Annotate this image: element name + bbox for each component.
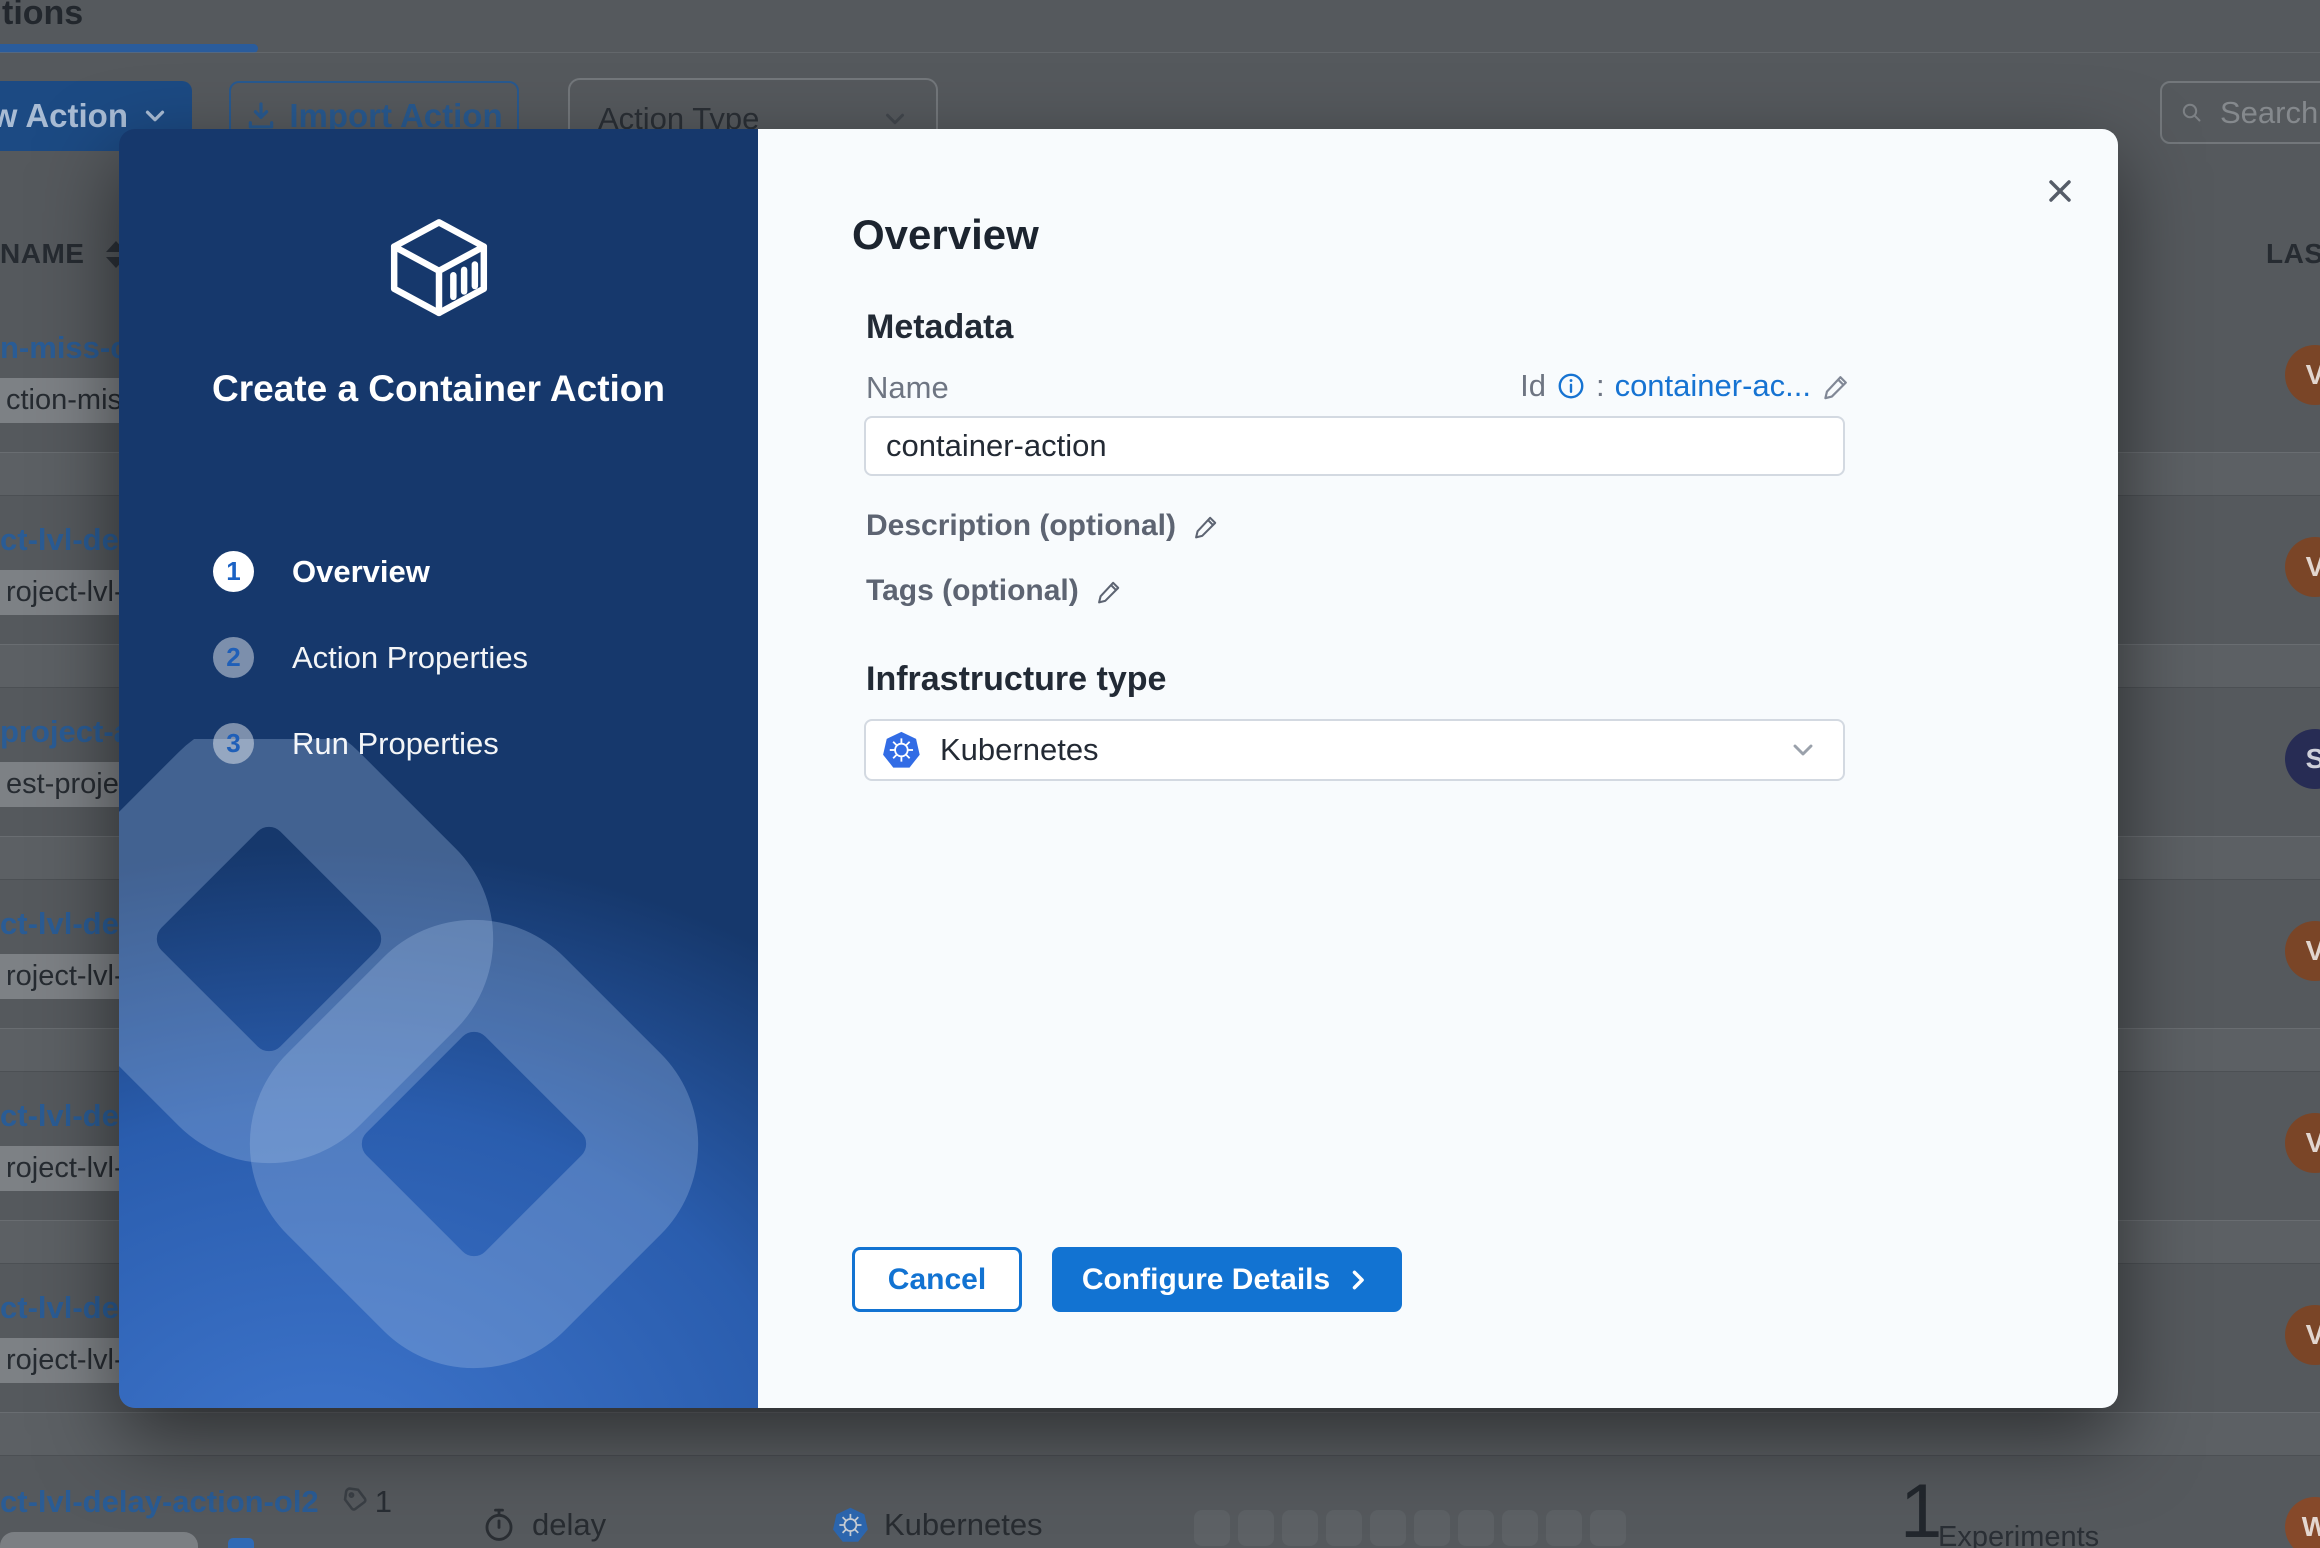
- search-input[interactable]: [2220, 95, 2320, 131]
- step-number: 3: [213, 723, 254, 764]
- id-row: Id : container-ac...: [1520, 368, 1852, 404]
- search-icon: [2180, 97, 2204, 129]
- action-kind-cell: delay: [480, 1506, 606, 1544]
- avatar: V: [2285, 1305, 2320, 1365]
- tag-count-value: 1: [375, 1484, 392, 1520]
- infrastructure-value: Kubernetes: [940, 732, 1769, 768]
- infrastructure-heading: Infrastructure type: [866, 660, 1166, 699]
- run-square: [1414, 1510, 1450, 1546]
- modal-title: Create a Container Action: [119, 365, 758, 413]
- tag-icon: [333, 1484, 369, 1520]
- step-label: Overview: [292, 554, 430, 590]
- configure-details-button[interactable]: Configure Details: [1052, 1247, 1402, 1312]
- page-title: Overview: [852, 211, 1039, 259]
- row-divider: [0, 1412, 2320, 1456]
- description-label: Description (optional): [866, 509, 1176, 543]
- info-icon[interactable]: [1556, 371, 1586, 401]
- close-button[interactable]: [2038, 169, 2082, 213]
- create-container-action-modal: Create a Container Action 1 Overview 2 Acti…: [119, 129, 2118, 1408]
- run-square: [1370, 1510, 1406, 1546]
- search-box[interactable]: [2160, 81, 2320, 144]
- avatar: V: [2285, 537, 2320, 597]
- cancel-button[interactable]: Cancel: [852, 1247, 1022, 1312]
- infrastructure-cell: Kubernetes: [832, 1506, 1043, 1544]
- avatar: V: [2285, 345, 2320, 405]
- target-type-icon: [228, 1538, 254, 1548]
- description-label-row: Description (optional): [866, 509, 1221, 543]
- run-square: [1458, 1510, 1494, 1546]
- new-action-label: w Action: [0, 97, 128, 135]
- avatar: S: [2285, 729, 2320, 789]
- edit-id-icon[interactable]: [1821, 371, 1852, 402]
- run-square: [1546, 1510, 1582, 1546]
- modal-content: Overview Metadata Name Id : container-ac…: [758, 129, 2118, 1408]
- container-cube-icon: [381, 217, 497, 321]
- name-header-label: NAME: [0, 238, 84, 270]
- action-id-chip: [0, 1532, 198, 1548]
- download-icon: [245, 100, 277, 132]
- cancel-label: Cancel: [888, 1263, 986, 1297]
- modal-sidebar: Create a Container Action 1 Overview 2 Acti…: [119, 129, 758, 1408]
- run-square: [1194, 1510, 1230, 1546]
- name-input[interactable]: [864, 416, 1845, 476]
- step-number: 1: [213, 551, 254, 592]
- infrastructure-label: Kubernetes: [884, 1507, 1043, 1543]
- wizard-step-overview[interactable]: 1 Overview: [213, 551, 430, 592]
- stopwatch-icon: [480, 1506, 518, 1544]
- step-number: 2: [213, 637, 254, 678]
- experiments-count: 1: [1900, 1468, 1942, 1548]
- step-label: Run Properties: [292, 726, 499, 762]
- metadata-heading: Metadata: [866, 308, 1013, 347]
- wizard-step-run-properties[interactable]: 3 Run Properties: [213, 723, 499, 764]
- kubernetes-icon: [882, 730, 922, 770]
- edit-tags-icon[interactable]: [1095, 577, 1124, 606]
- action-kind-label: delay: [532, 1507, 606, 1543]
- tag-count: 1: [333, 1484, 392, 1520]
- edit-description-icon[interactable]: [1192, 512, 1221, 541]
- kubernetes-icon: [832, 1506, 870, 1544]
- infrastructure-type-select[interactable]: Kubernetes: [864, 719, 1845, 781]
- avatar: V: [2285, 921, 2320, 981]
- id-value-link[interactable]: container-ac...: [1615, 368, 1811, 404]
- name-label: Name: [866, 370, 949, 406]
- chevron-down-icon: [1787, 734, 1819, 766]
- run-square: [1282, 1510, 1318, 1546]
- steadybit-watermark-logo: [119, 739, 758, 1408]
- tab-actions[interactable]: tions: [2, 0, 83, 33]
- run-square: [1502, 1510, 1538, 1546]
- run-history-squares: [1194, 1510, 1626, 1546]
- run-square: [1238, 1510, 1274, 1546]
- run-square: [1590, 1510, 1626, 1546]
- avatar: V: [2285, 1113, 2320, 1173]
- wizard-step-action-properties[interactable]: 2 Action Properties: [213, 637, 528, 678]
- column-header-name[interactable]: NAME: [0, 238, 126, 270]
- id-separator: :: [1596, 368, 1605, 404]
- tags-label: Tags (optional): [866, 574, 1079, 608]
- tags-label-row: Tags (optional): [866, 574, 1124, 608]
- action-name-label: ct-lvl-delay-action-ol2: [0, 1484, 319, 1520]
- run-square: [1326, 1510, 1362, 1546]
- chevron-right-icon: [1344, 1266, 1372, 1294]
- id-label: Id: [1520, 368, 1546, 404]
- close-icon: [2042, 173, 2078, 209]
- configure-label: Configure Details: [1082, 1263, 1330, 1297]
- chevron-down-icon: [140, 101, 170, 131]
- avatar: W: [2285, 1497, 2320, 1548]
- action-name-link[interactable]: ct-lvl-delay-action-ol2 1: [0, 1484, 392, 1520]
- step-label: Action Properties: [292, 640, 528, 676]
- experiments-label: Experiments: [1938, 1521, 2099, 1548]
- column-header-last: LAS: [2266, 238, 2320, 270]
- tabbar-divider: [0, 52, 2320, 53]
